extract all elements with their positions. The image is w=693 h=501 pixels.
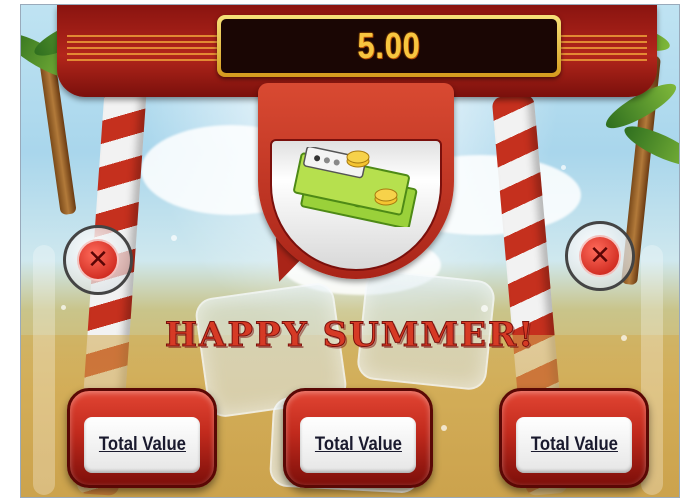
bubble [251, 195, 256, 200]
bet-value: 5.00 [357, 25, 421, 66]
banner-stripes-left [67, 35, 217, 65]
game-screen: 5.00 ✕ ✕ HAPPY SUMMER! Total Value Total… [20, 4, 680, 498]
button-face: Total Value [300, 417, 416, 473]
close-icon: ✕ [77, 239, 119, 281]
button-label: Total Value [314, 434, 402, 455]
button-face: Total Value [516, 417, 632, 473]
button-label: Total Value [98, 434, 186, 455]
money-bills-icon [293, 147, 418, 227]
bubble [561, 165, 566, 170]
bet-display: 5.00 [217, 15, 561, 77]
total-value-button-2[interactable]: Total Value [283, 388, 433, 488]
total-value-button-1[interactable]: Total Value [67, 388, 217, 488]
prize-shield [258, 83, 454, 293]
close-icon: ✕ [579, 235, 621, 277]
close-button-right[interactable]: ✕ [565, 221, 635, 291]
button-face: Total Value [84, 417, 200, 473]
bet-display-screen: 5.00 [221, 19, 557, 73]
bubble [171, 235, 177, 241]
bubble [481, 305, 488, 312]
bubble [61, 305, 66, 310]
total-value-button-3[interactable]: Total Value [499, 388, 649, 488]
bubble [441, 425, 447, 431]
close-button-left[interactable]: ✕ [63, 225, 133, 295]
glass-highlight [33, 245, 55, 495]
game-title: HAPPY SUMMER! [164, 315, 536, 356]
button-label: Total Value [530, 434, 618, 455]
